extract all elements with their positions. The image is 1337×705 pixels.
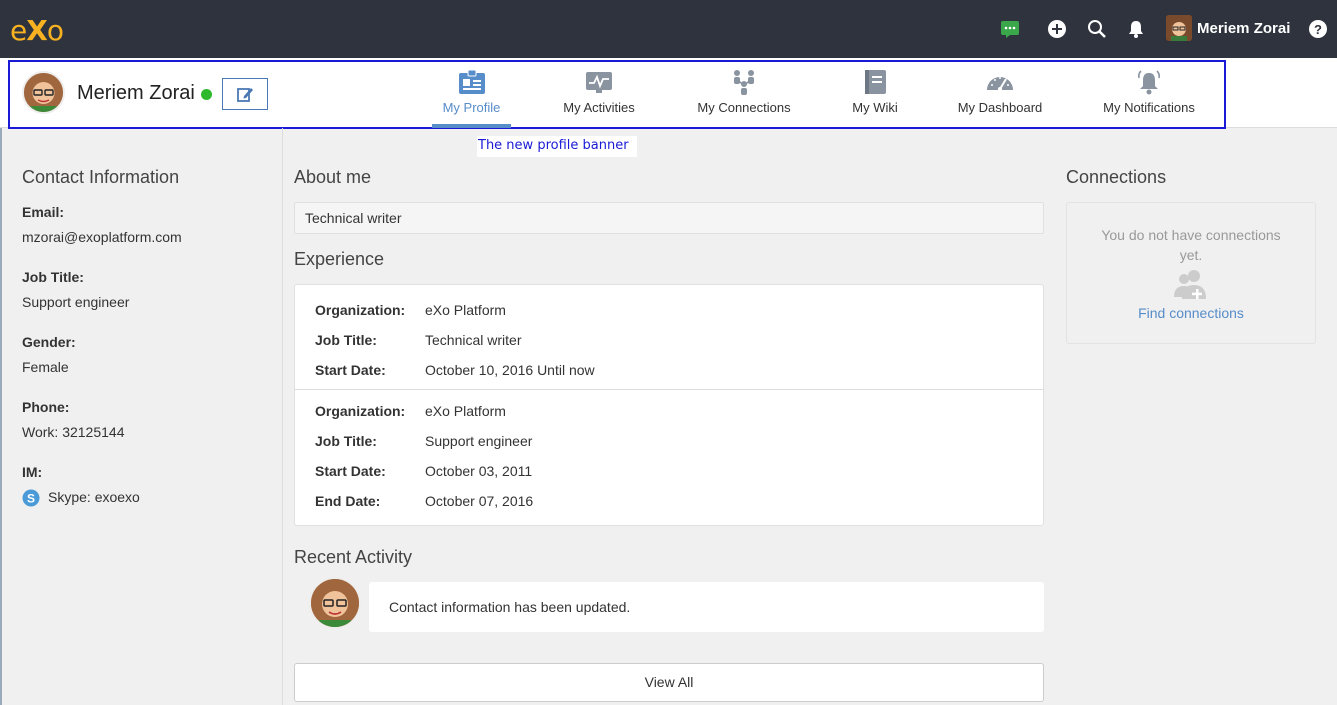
dashboard-icon — [987, 77, 1013, 91]
job-title-value: Support engineer — [22, 294, 130, 310]
phone-label: Phone: — [22, 399, 70, 415]
view-all-button[interactable]: View All — [294, 663, 1044, 702]
connections-box: You do not have connections yet. Find co… — [1066, 202, 1316, 344]
banner-annotation-label: The new profile banner — [477, 136, 637, 157]
experience-1-organization: Organization: eXo Platform — [315, 302, 506, 318]
tab-label: My Activities — [563, 100, 635, 115]
plus-circle-icon[interactable] — [1047, 19, 1067, 39]
skype-icon: S — [22, 489, 40, 507]
phone-value: Work: 32125144 — [22, 424, 125, 440]
profile-name: Meriem Zorai — [77, 82, 195, 104]
gender-value: Female — [22, 359, 69, 375]
experience-divider — [295, 389, 1043, 390]
tab-my-activities[interactable]: My Activities — [558, 64, 640, 128]
experience-1-job-title: Job Title: Technical writer — [315, 332, 522, 348]
experience-1-start-date: Start Date: October 10, 2016 Until now — [315, 362, 595, 378]
profile-icon — [458, 69, 485, 94]
experience-2-job-title: Job Title: Support engineer — [315, 433, 533, 449]
tab-my-connections[interactable]: My Connections — [694, 64, 794, 128]
profile-avatar — [22, 71, 65, 114]
svg-text:?: ? — [1314, 22, 1322, 37]
tab-my-notifications[interactable]: My Notifications — [1098, 64, 1200, 128]
add-user-icon — [1174, 270, 1206, 299]
wiki-icon — [865, 70, 886, 94]
tab-my-dashboard[interactable]: My Dashboard — [955, 64, 1045, 128]
user-menu[interactable]: Meriem Zorai — [1166, 15, 1290, 41]
im-value: Skype: exoexo — [48, 489, 140, 505]
tab-my-wiki[interactable]: My Wiki — [848, 64, 902, 128]
tab-my-profile[interactable]: My Profile — [432, 64, 511, 128]
tab-label: My Profile — [442, 100, 501, 115]
activity-avatar — [309, 577, 361, 629]
experience-2-start-date: Start Date: October 03, 2011 — [315, 463, 533, 479]
experience-2-organization: Organization: eXo Platform — [315, 403, 506, 419]
user-avatar — [1166, 15, 1192, 41]
email-label: Email: — [22, 204, 65, 220]
help-icon[interactable]: ? — [1308, 19, 1328, 39]
im-label: IM: — [22, 464, 43, 480]
activity-item[interactable]: Contact information has been updated. — [369, 582, 1044, 632]
about-me-title: About me — [294, 167, 372, 187]
online-status-indicator — [201, 89, 212, 100]
connections-icon — [734, 70, 754, 95]
top-navigation-bar: eXo Meriem Zorai ? — [0, 0, 1337, 58]
tab-label: My Connections — [697, 100, 791, 115]
exo-logo[interactable]: eXo — [10, 14, 64, 47]
notifications-icon — [1137, 70, 1161, 95]
tab-label: My Wiki — [852, 100, 898, 115]
about-me-text: Technical writer — [305, 210, 402, 226]
no-connections-text: You do not have connections yet. — [1101, 227, 1281, 263]
email-value[interactable]: mzorai@exoplatform.com — [22, 229, 182, 245]
recent-activity-title: Recent Activity — [294, 547, 413, 567]
find-connections-link[interactable]: Find connections — [1067, 305, 1315, 321]
gender-label: Gender: — [22, 334, 76, 350]
experience-2-end-date: End Date: October 07, 2016 — [315, 493, 534, 509]
about-me-box: Technical writer — [294, 202, 1044, 234]
edit-icon — [237, 88, 253, 102]
contact-information-title: Contact Information — [22, 167, 180, 187]
experience-title: Experience — [294, 249, 385, 269]
chat-icon[interactable] — [1000, 19, 1020, 39]
search-icon[interactable] — [1087, 19, 1107, 39]
bell-icon[interactable] — [1126, 19, 1146, 39]
tab-label: My Notifications — [1103, 100, 1195, 115]
job-title-label: Job Title: — [22, 269, 84, 285]
connections-title: Connections — [1066, 167, 1167, 187]
activity-icon — [586, 72, 612, 93]
tab-label: My Dashboard — [957, 100, 1043, 115]
svg-text:S: S — [27, 492, 35, 506]
user-name: Meriem Zorai — [1197, 19, 1291, 37]
activity-text: Contact information has been updated. — [389, 599, 631, 615]
edit-profile-button[interactable] — [222, 78, 268, 110]
